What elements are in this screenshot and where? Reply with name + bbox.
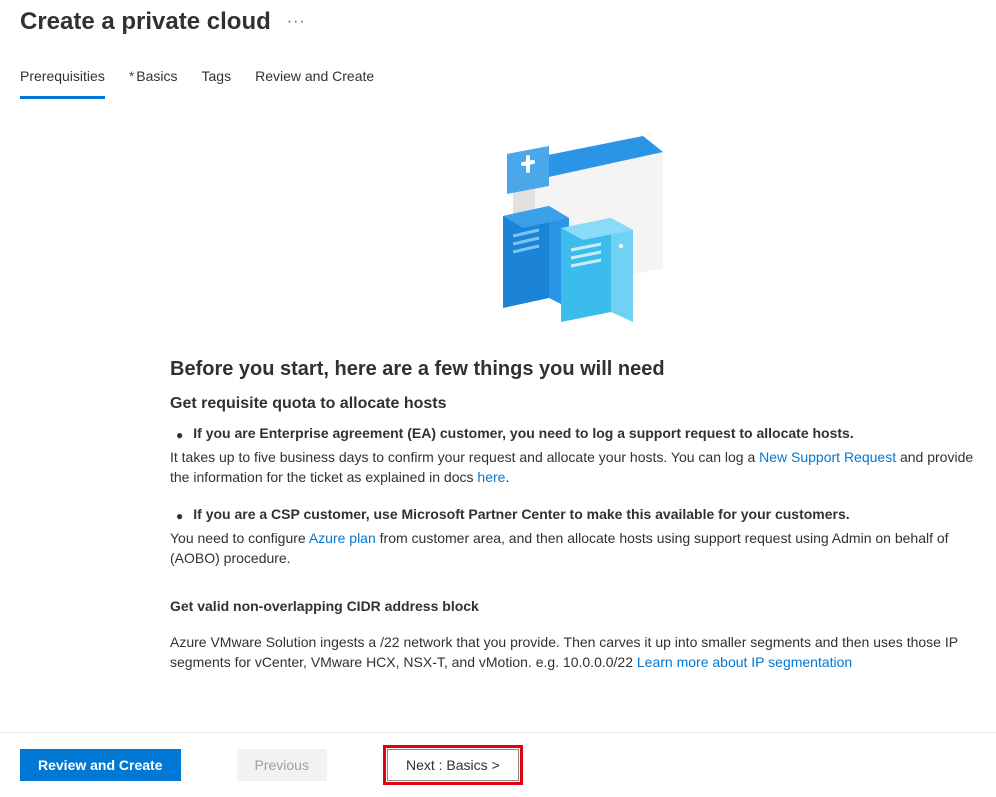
next-basics-button[interactable]: Next : Basics >	[387, 749, 519, 781]
quota-heading: Get requisite quota to allocate hosts	[170, 395, 976, 413]
next-highlight: Next : Basics >	[383, 745, 523, 785]
review-and-create-button[interactable]: Review and Create	[20, 749, 181, 781]
content-area: Before you start, here are a few things …	[0, 128, 996, 673]
tab-prerequisities[interactable]: Prerequisities	[20, 68, 105, 99]
tab-label: Tags	[202, 68, 232, 84]
required-indicator: *	[129, 68, 134, 84]
bullet-icon: ●	[176, 425, 183, 445]
before-start-heading: Before you start, here are a few things …	[170, 358, 976, 381]
bullet-icon: ●	[176, 506, 183, 526]
csp-bold: If you are a CSP customer, use Microsoft…	[193, 506, 849, 522]
tab-tags[interactable]: Tags	[202, 68, 232, 99]
tab-label: Prerequisities	[20, 68, 105, 84]
azure-plan-link[interactable]: Azure plan	[309, 530, 376, 546]
tabs-bar: Prerequisities * Basics Tags Review and …	[0, 36, 996, 100]
ea-text3: .	[505, 469, 509, 485]
ip-segmentation-link[interactable]: Learn more about IP segmentation	[637, 654, 852, 670]
tab-basics[interactable]: * Basics	[129, 68, 178, 99]
tab-label: Review and Create	[255, 68, 374, 84]
previous-button: Previous	[237, 749, 327, 781]
docs-here-link[interactable]: here	[477, 469, 505, 485]
servers-illustration	[463, 128, 683, 328]
ea-text1: It takes up to five business days to con…	[170, 449, 759, 465]
footer-bar: Review and Create Previous Next : Basics…	[0, 732, 996, 797]
ea-bold: If you are Enterprise agreement (EA) cus…	[193, 425, 853, 441]
page-title: Create a private cloud	[20, 8, 271, 36]
csp-block: ● If you are a CSP customer, use Microso…	[170, 506, 976, 569]
more-icon[interactable]: ···	[287, 13, 306, 31]
ea-block: ● If you are Enterprise agreement (EA) c…	[170, 425, 976, 488]
tab-label: Basics	[136, 68, 177, 84]
new-support-request-link[interactable]: New Support Request	[759, 449, 896, 465]
cidr-heading: Get valid non-overlapping CIDR address b…	[170, 598, 976, 614]
tab-review-create[interactable]: Review and Create	[255, 68, 374, 99]
csp-text1: You need to configure	[170, 530, 309, 546]
